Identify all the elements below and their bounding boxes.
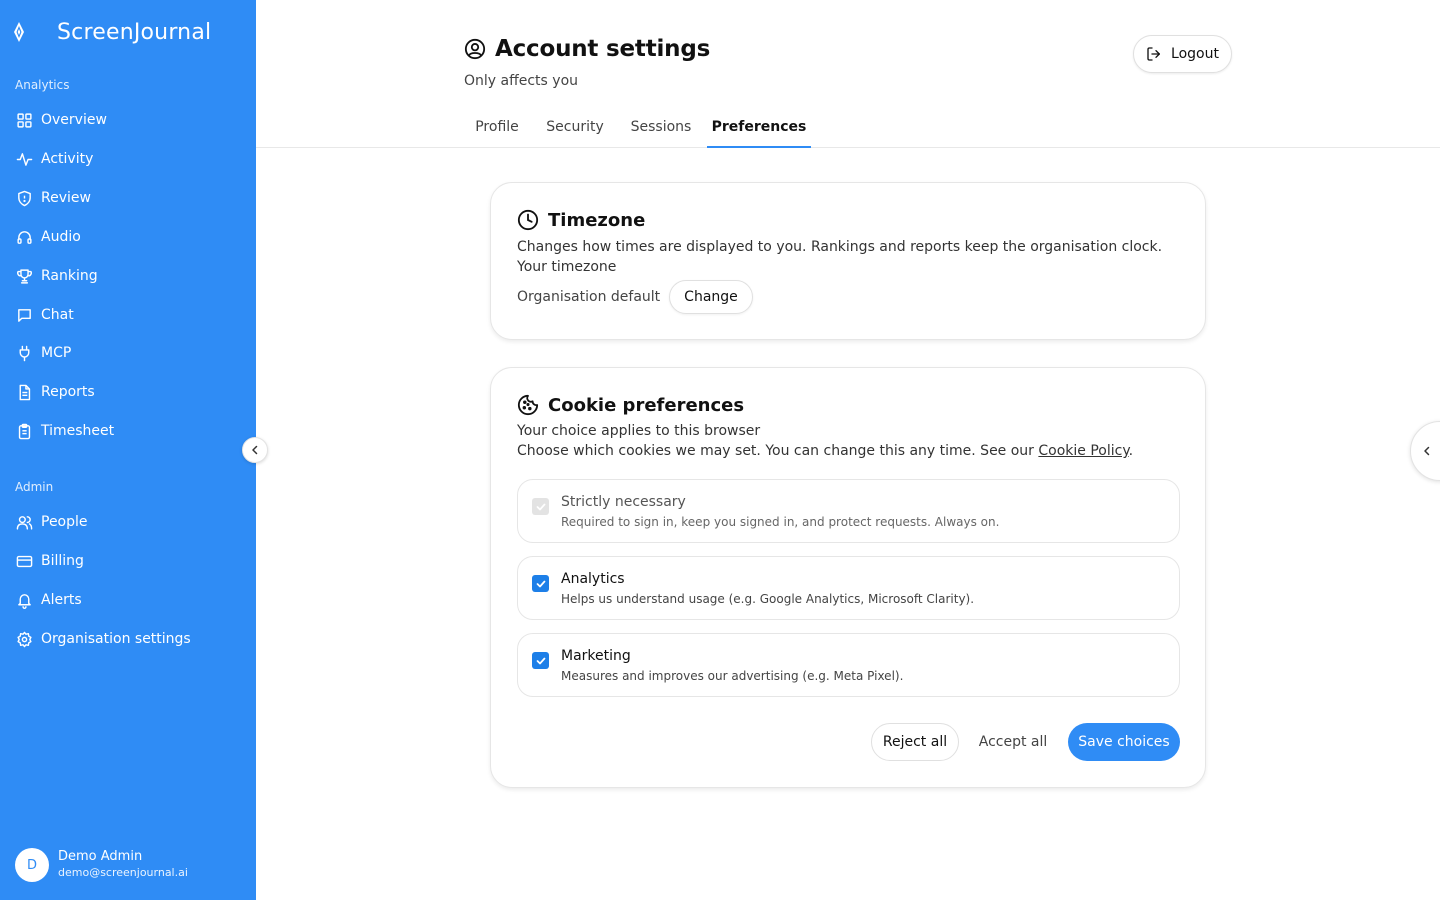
settings-tabs: Profile Security Sessions Preferences — [256, 108, 1440, 148]
cookie-option-analytics[interactable]: Analytics Helps us understand usage (e.g… — [517, 556, 1180, 620]
change-timezone-button[interactable]: Change — [669, 280, 753, 314]
chevron-left-icon — [1421, 445, 1433, 457]
sidebar-item-label: Alerts — [41, 592, 82, 608]
timezone-current-value: Organisation default — [517, 289, 661, 305]
sidebar-item-billing[interactable]: Billing — [15, 549, 84, 573]
sidebar-item-label: Ranking — [41, 268, 98, 284]
cookie-subtitle: Your choice applies to this browser — [517, 423, 761, 439]
brand[interactable]: ScreenJournal — [12, 16, 211, 48]
sidebar-item-chat[interactable]: Chat — [15, 303, 74, 327]
sidebar-item-label: MCP — [41, 345, 72, 361]
sidebar-item-timesheet[interactable]: Timesheet — [15, 419, 114, 443]
timezone-card: Timezone Changes how times are displayed… — [490, 182, 1206, 340]
checkmark-icon — [535, 655, 547, 667]
sidebar-item-audio[interactable]: Audio — [15, 225, 81, 249]
sidebar-item-label: Overview — [41, 112, 107, 128]
user-profile[interactable]: D Demo Admin demo@screenjournal.ai — [15, 848, 188, 882]
page-subtitle: Only affects you — [464, 73, 579, 89]
cookie-preferences-title: Cookie preferences — [548, 394, 745, 416]
bell-icon — [15, 591, 33, 609]
reject-all-button[interactable]: Reject all — [871, 723, 959, 761]
sidebar-item-overview[interactable]: Overview — [15, 108, 107, 132]
avatar: D — [15, 848, 49, 882]
option-title: Marketing — [561, 648, 631, 664]
strictly-necessary-checkbox — [532, 498, 549, 515]
user-email: demo@screenjournal.ai — [58, 866, 188, 879]
timezone-field-label: Your timezone — [517, 259, 617, 275]
sidebar-item-label: Billing — [41, 553, 84, 569]
clipboard-icon — [15, 422, 33, 440]
expand-panel-button[interactable] — [1410, 421, 1440, 481]
trophy-icon — [15, 267, 33, 285]
sidebar-item-label: Activity — [41, 151, 94, 167]
plug-icon — [15, 344, 33, 362]
checkmark-icon — [535, 501, 547, 513]
people-icon — [15, 513, 33, 531]
cookie-policy-link[interactable]: Cookie Policy — [1038, 443, 1128, 459]
sidebar-item-label: Audio — [41, 229, 81, 245]
sidebar-item-alerts[interactable]: Alerts — [15, 588, 82, 612]
marketing-checkbox[interactable] — [532, 652, 549, 669]
clock-icon — [517, 209, 539, 231]
option-title: Strictly necessary — [561, 494, 686, 510]
option-description: Measures and improves our advertising (e… — [561, 669, 904, 683]
cookie-icon — [517, 394, 539, 416]
document-icon — [15, 383, 33, 401]
sidebar-item-ranking[interactable]: Ranking — [15, 264, 98, 288]
sidebar-item-label: Reports — [41, 384, 95, 400]
collapse-sidebar-button[interactable] — [242, 437, 268, 463]
timezone-title: Timezone — [548, 209, 646, 231]
accept-all-button[interactable]: Accept all — [971, 723, 1055, 761]
option-description: Required to sign in, keep you signed in,… — [561, 515, 1000, 529]
timezone-description: Changes how times are displayed to you. … — [517, 239, 1163, 255]
sidebar-item-label: Timesheet — [41, 423, 115, 439]
chat-icon — [15, 306, 33, 324]
page-header: Account settings Only affects you — [464, 36, 710, 89]
sidebar: ScreenJournal Analytics Overview Activit… — [0, 0, 256, 900]
analytics-section-label: Analytics — [15, 78, 70, 92]
logout-label: Logout — [1171, 46, 1219, 62]
logout-icon — [1146, 46, 1171, 62]
headphones-icon — [15, 228, 33, 246]
save-choices-button[interactable]: Save choices — [1068, 723, 1180, 761]
sidebar-item-label: Chat — [41, 307, 74, 323]
sidebar-item-reports[interactable]: Reports — [15, 380, 95, 404]
cookie-option-strictly-necessary: Strictly necessary Required to sign in, … — [517, 479, 1180, 543]
sidebar-item-label: Review — [41, 190, 91, 206]
brand-logo-icon — [12, 20, 26, 44]
user-name: Demo Admin — [58, 849, 143, 864]
sidebar-item-people[interactable]: People — [15, 510, 88, 534]
sidebar-item-label: Organisation settings — [41, 631, 191, 647]
option-description: Helps us understand usage (e.g. Google A… — [561, 592, 975, 606]
shield-icon — [15, 189, 33, 207]
sidebar-item-review[interactable]: Review — [15, 186, 91, 210]
tab-preferences[interactable]: Preferences — [707, 108, 811, 148]
tab-sessions[interactable]: Sessions — [622, 108, 700, 148]
logout-button[interactable]: Logout — [1133, 35, 1232, 73]
activity-icon — [15, 150, 33, 168]
gear-icon — [15, 630, 33, 648]
tab-profile[interactable]: Profile — [464, 108, 530, 148]
sidebar-item-mcp[interactable]: MCP — [15, 341, 71, 365]
sidebar-item-label: People — [41, 514, 88, 530]
credit-card-icon — [15, 552, 33, 570]
cookie-description-end: . — [1128, 443, 1134, 459]
analytics-checkbox[interactable] — [532, 575, 549, 592]
sidebar-item-activity[interactable]: Activity — [15, 147, 93, 171]
user-circle-icon — [464, 38, 486, 60]
option-title: Analytics — [561, 571, 625, 587]
brand-name: ScreenJournal — [57, 19, 212, 45]
cookie-description: Choose which cookies we may set. You can… — [517, 443, 1133, 459]
tab-security[interactable]: Security — [538, 108, 612, 148]
cookie-preferences-card: Cookie preferences Your choice applies t… — [490, 367, 1206, 788]
checkmark-icon — [535, 578, 547, 590]
grid-icon — [15, 111, 33, 129]
admin-section-label: Admin — [15, 480, 54, 494]
sidebar-item-organisation-settings[interactable]: Organisation settings — [15, 627, 191, 651]
cookie-option-marketing[interactable]: Marketing Measures and improves our adve… — [517, 633, 1180, 697]
page-title: Account settings — [495, 36, 711, 62]
cookie-description-text: Choose which cookies we may set. You can… — [517, 443, 1039, 459]
chevron-left-icon — [249, 444, 261, 456]
